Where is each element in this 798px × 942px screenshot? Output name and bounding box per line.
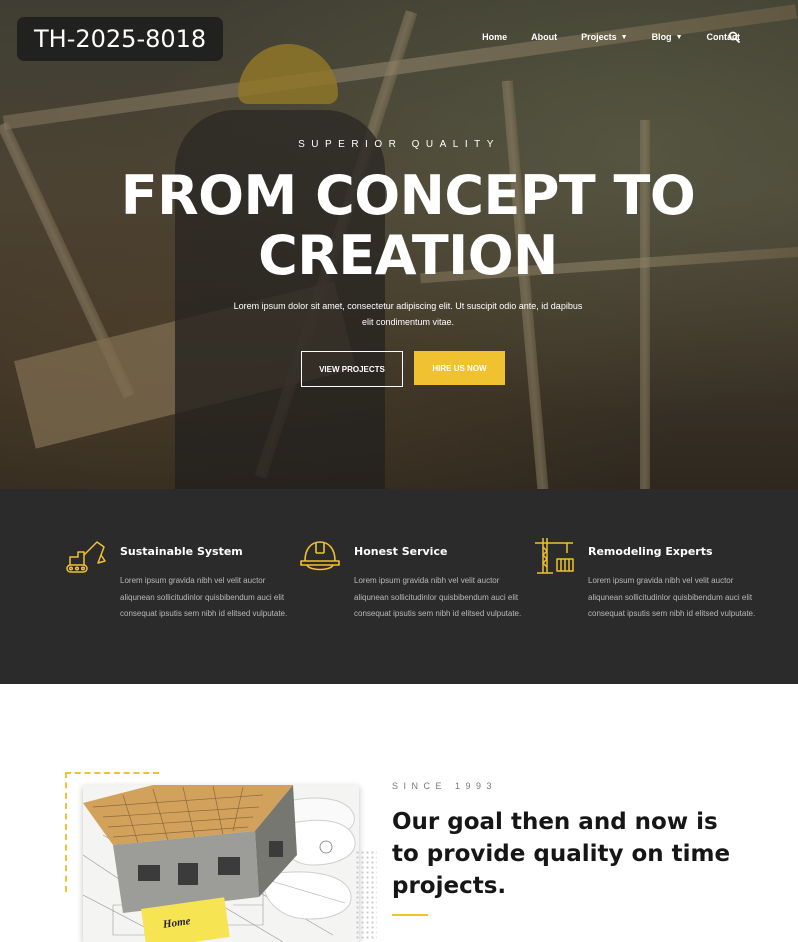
nav-item-label: Projects (581, 32, 617, 42)
house-model-illustration (83, 785, 359, 942)
id-badge: TH-2025-8018 (17, 17, 224, 61)
nav-item-about[interactable]: About (531, 32, 557, 42)
hero-headline: FROM CONCEPT TO CREATION (120, 164, 696, 287)
hero-subtext: Lorem ipsum dolor sit amet, consectetur … (233, 301, 583, 327)
feature-text: Lorem ipsum gravida nibh vel velit aucto… (588, 576, 756, 618)
hero-eyebrow: SUPERIOR QUALITY (298, 139, 500, 150)
hard-hat-icon (300, 541, 340, 571)
hire-us-button[interactable]: HIRE US NOW (414, 351, 505, 385)
nav-item-blog[interactable]: Blog ▼ (652, 32, 683, 42)
heading-underline (392, 914, 428, 916)
nav-item-label: Home (482, 32, 508, 42)
feature-title: Remodeling Experts (588, 545, 713, 558)
caret-down-icon: ▼ (620, 33, 628, 41)
since-label: SINCE 1993 (392, 781, 498, 791)
feature-title: Honest Service (354, 545, 448, 558)
search-icon[interactable] (728, 31, 740, 43)
house-model-photo: Home (83, 785, 359, 942)
nav-item-label: Blog (651, 32, 672, 42)
view-projects-button[interactable]: VIEW PROJECTS (301, 351, 403, 387)
decorative-dots (355, 850, 377, 940)
feature-title: Sustainable System (120, 545, 243, 558)
about-heading: Our goal then and now is to provide qual… (392, 809, 731, 899)
features-band: Sustainable System Lorem ipsum gravida n… (0, 489, 798, 684)
excavator-icon (66, 541, 106, 573)
main-nav: Home About Projects ▼ Blog ▼ Contact (458, 32, 740, 42)
feature-text: Lorem ipsum gravida nibh vel velit aucto… (354, 576, 522, 618)
nav-item-label: About (531, 32, 558, 42)
crane-icon (535, 538, 574, 574)
caret-down-icon: ▼ (675, 33, 683, 41)
nav-item-home[interactable]: Home (482, 32, 507, 42)
nav-item-projects[interactable]: Projects ▼ (581, 32, 627, 42)
feature-text: Lorem ipsum gravida nibh vel velit aucto… (120, 576, 288, 618)
